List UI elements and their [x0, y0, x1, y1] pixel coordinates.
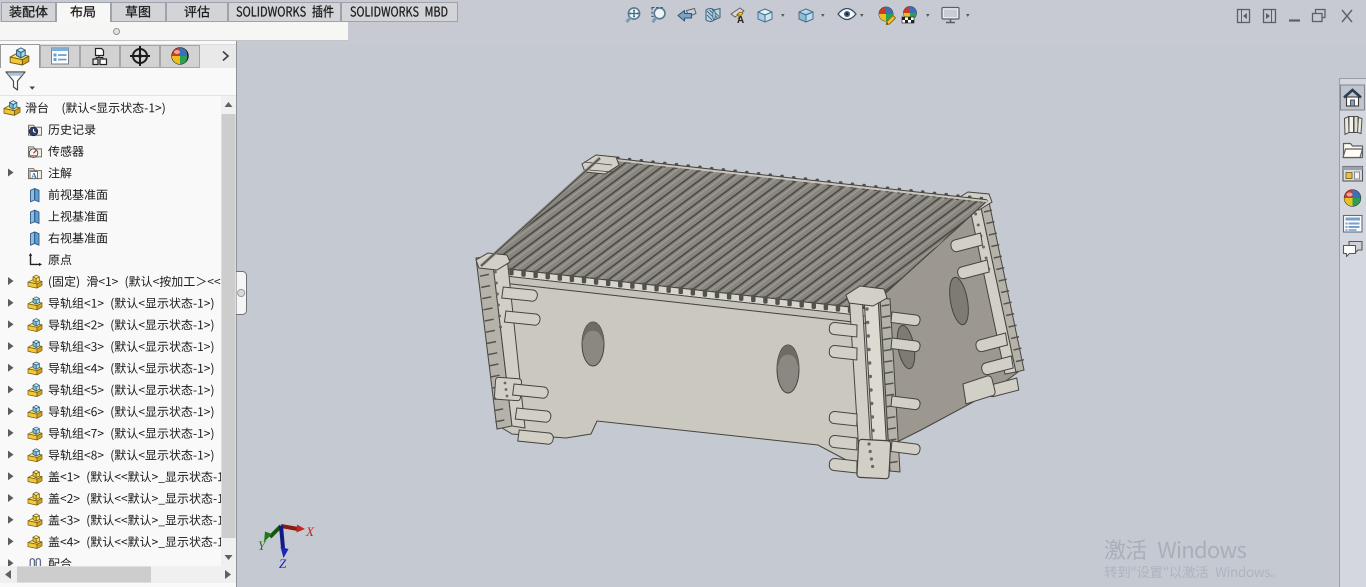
svg-text:Z: Z: [279, 556, 287, 571]
svg-text:A: A: [737, 15, 744, 26]
svg-text:X: X: [305, 524, 315, 539]
